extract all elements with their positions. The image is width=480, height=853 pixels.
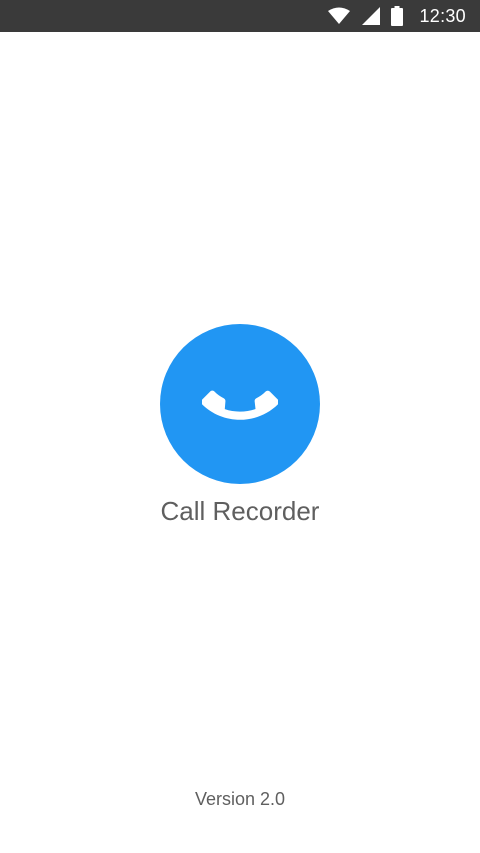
- signal-icon: [361, 6, 381, 26]
- phone-handset-icon: [200, 364, 279, 445]
- app-logo: [160, 324, 320, 484]
- version-label: Version 2.0: [194, 789, 286, 809]
- status-icons: 12:30: [327, 0, 466, 32]
- wifi-icon: [327, 7, 351, 25]
- status-bar: 12:30: [0, 0, 480, 32]
- status-time: 12:30: [419, 5, 466, 26]
- splash-screen: 12:30 Call Recorder Version 2.0: [0, 0, 480, 853]
- battery-icon: [391, 6, 404, 26]
- app-name: Call Recorder: [160, 496, 320, 526]
